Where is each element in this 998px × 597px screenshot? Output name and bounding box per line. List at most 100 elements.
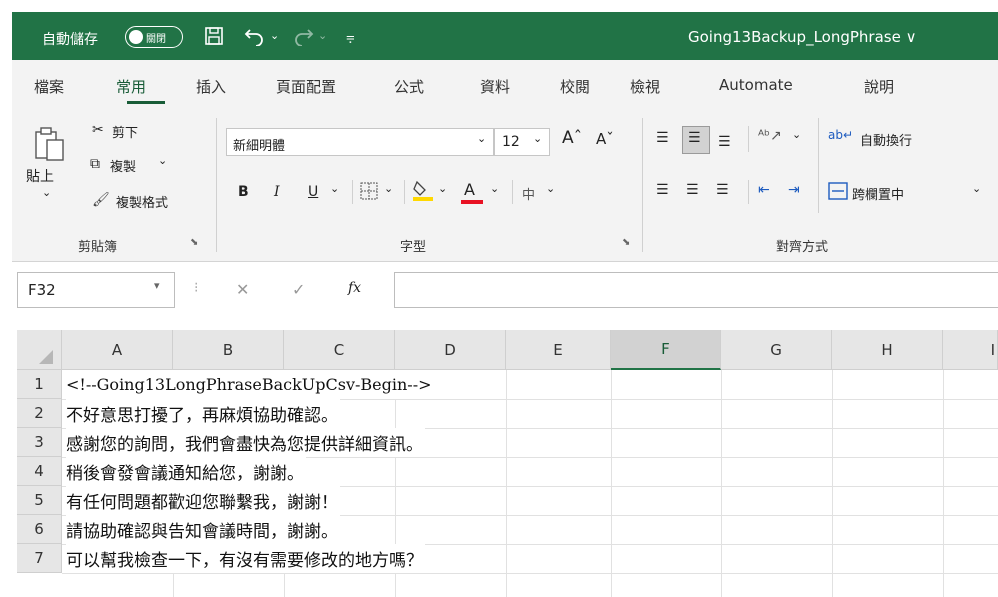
paste-button[interactable]: 貼上 — [26, 166, 54, 186]
customize-toolbar-icon[interactable]: ⩦ — [346, 26, 355, 46]
cut-button[interactable]: 剪下 — [112, 122, 138, 141]
ribbon-separator — [512, 180, 513, 204]
font-color-icon[interactable]: A — [461, 180, 483, 204]
tab-review[interactable]: 校閱 — [560, 76, 590, 97]
merge-center-button[interactable]: 跨欄置中 — [852, 184, 904, 203]
fill-color-icon[interactable] — [412, 178, 434, 206]
cell-a3[interactable]: 感謝您的詢問，我們會盡快為您提供詳細資訊。 — [66, 428, 425, 457]
tab-file[interactable]: 檔案 — [34, 76, 64, 97]
column-header-b[interactable]: B — [173, 330, 284, 370]
column-header-a[interactable]: A — [62, 330, 173, 370]
cancel-entry-icon[interactable]: ✕ — [236, 280, 249, 299]
copy-icon[interactable]: ⧉ — [90, 156, 100, 172]
row-header[interactable]: 2 — [17, 399, 62, 428]
formula-bar-handle-icon[interactable]: ⁝ — [194, 280, 198, 296]
cell-a4[interactable]: 稍後會發會議通知給您，謝謝。 — [66, 457, 306, 486]
paste-icon[interactable] — [34, 126, 66, 168]
decrease-indent-icon[interactable]: ⇤ — [758, 182, 770, 198]
increase-indent-icon[interactable]: ⇥ — [788, 182, 800, 198]
document-title[interactable]: Going13Backup_LongPhrase ∨ — [688, 28, 917, 46]
title-bar: 自動儲存 關閉 ⌄ ⌄ ⩦ Going13Backup_LongPhrase ∨ — [0, 0, 998, 60]
confirm-entry-icon[interactable]: ✓ — [292, 280, 305, 299]
column-header-h[interactable]: H — [832, 330, 943, 370]
save-icon[interactable] — [204, 26, 224, 51]
format-painter-icon[interactable]: 🖌 — [92, 192, 110, 208]
redo-icon[interactable] — [292, 26, 314, 51]
row-header[interactable]: 7 — [17, 544, 62, 573]
cell-a5[interactable]: 有任何問題都歡迎您聯繫我，謝謝！ — [66, 486, 340, 515]
tab-automate[interactable]: Automate — [719, 76, 793, 94]
redo-dropdown-icon[interactable]: ⌄ — [318, 26, 327, 46]
name-box[interactable]: F32 ▾ — [17, 272, 175, 308]
align-left-icon[interactable]: ☰ — [656, 182, 669, 198]
tab-page-layout[interactable]: 頁面配置 — [276, 76, 336, 97]
ribbon-separator — [748, 126, 749, 152]
cell-a1[interactable]: <!--Going13LongPhraseBackUpCsv-Begin--> — [66, 370, 434, 399]
column-header-d[interactable]: D — [395, 330, 506, 370]
merge-center-dropdown-icon[interactable]: ⌄ — [972, 182, 981, 195]
ribbon: 貼上 ⌄ ✂ 剪下 ⧉ 複製 ⌄ 🖌 複製格式 剪貼簿 ⬊ 新細明體 ⌄ 12 … — [12, 110, 998, 262]
row-header[interactable]: 4 — [17, 457, 62, 486]
select-all-corner[interactable] — [17, 330, 62, 370]
align-right-icon[interactable]: ☰ — [716, 182, 729, 198]
autosave-state: 關閉 — [146, 33, 166, 45]
formula-input[interactable] — [394, 272, 998, 308]
tab-insert[interactable]: 插入 — [196, 76, 226, 97]
align-middle-button[interactable]: ☰ — [682, 126, 710, 154]
undo-icon[interactable] — [244, 26, 266, 51]
copy-dropdown-icon[interactable]: ⌄ — [158, 154, 167, 167]
alignment-group-label: 對齊方式 — [776, 240, 829, 255]
phonetic-dropdown-icon[interactable]: ⌄ — [546, 182, 555, 195]
font-color-dropdown-icon[interactable]: ⌄ — [490, 182, 499, 195]
format-painter-button[interactable]: 複製格式 — [116, 192, 168, 211]
increase-font-size-icon[interactable]: Aˆ — [562, 128, 582, 148]
tab-formulas[interactable]: 公式 — [394, 76, 424, 97]
underline-dropdown-icon[interactable]: ⌄ — [330, 182, 339, 195]
tab-home[interactable]: 常用 — [116, 76, 146, 97]
font-size-select[interactable]: 12 ⌄ — [494, 128, 550, 156]
decrease-font-size-icon[interactable]: Aˇ — [596, 130, 614, 148]
name-box-dropdown-icon[interactable]: ▾ — [154, 279, 160, 292]
merge-center-icon[interactable] — [828, 182, 848, 204]
column-header-i[interactable]: I — [943, 330, 998, 370]
row-header[interactable]: 1 — [17, 370, 62, 399]
ribbon-tabs: 檔案 常用 插入 頁面配置 公式 資料 校閱 檢視 Automate 說明 — [12, 60, 998, 110]
borders-icon[interactable] — [360, 182, 378, 204]
tab-data[interactable]: 資料 — [480, 76, 510, 97]
cell-a6[interactable]: 請協助確認與告知會議時間，謝謝。 — [66, 515, 340, 544]
wrap-text-icon[interactable]: ab↵ — [828, 128, 853, 142]
column-header-g[interactable]: G — [721, 330, 832, 370]
wrap-text-button[interactable]: 自動換行 — [860, 130, 912, 149]
cut-icon[interactable]: ✂ — [92, 122, 104, 138]
bold-button[interactable]: B — [238, 184, 249, 200]
cell-a2[interactable]: 不好意思打擾了，再麻煩協助確認。 — [66, 399, 340, 428]
italic-button[interactable]: I — [274, 184, 280, 200]
orientation-icon[interactable]: ᴬᵇ↗ — [758, 128, 782, 144]
tab-help[interactable]: 說明 — [864, 76, 894, 97]
undo-dropdown-icon[interactable]: ⌄ — [270, 26, 279, 46]
borders-dropdown-icon[interactable]: ⌄ — [384, 182, 393, 195]
underline-button[interactable]: U — [308, 184, 318, 200]
copy-button[interactable]: 複製 — [110, 156, 136, 175]
font-launcher-icon[interactable]: ⬊ — [622, 237, 630, 248]
paste-dropdown-icon[interactable]: ⌄ — [42, 186, 51, 199]
font-name-select[interactable]: 新細明體 ⌄ — [226, 128, 494, 156]
column-header-c[interactable]: C — [284, 330, 395, 370]
column-header-f[interactable]: F — [611, 330, 721, 370]
cell-a7[interactable]: 可以幫我檢查一下，有沒有需要修改的地方嗎？ — [66, 544, 425, 573]
align-top-icon[interactable]: ☰ — [656, 130, 669, 146]
clipboard-launcher-icon[interactable]: ⬊ — [190, 237, 198, 248]
phonetic-guide-icon[interactable]: 中 — [522, 184, 535, 203]
align-bottom-icon[interactable]: ☰ — [718, 134, 731, 150]
tab-view[interactable]: 檢視 — [630, 76, 660, 97]
insert-function-icon[interactable]: fx — [348, 280, 361, 296]
orientation-dropdown-icon[interactable]: ⌄ — [792, 128, 801, 141]
row-header[interactable]: 5 — [17, 486, 62, 515]
fill-color-dropdown-icon[interactable]: ⌄ — [438, 182, 447, 195]
row-header[interactable]: 3 — [17, 428, 62, 457]
align-center-icon[interactable]: ☰ — [686, 182, 699, 198]
row-header[interactable]: 6 — [17, 515, 62, 544]
column-header-e[interactable]: E — [506, 330, 611, 370]
autosave-label: 自動儲存 — [42, 32, 98, 48]
autosave-toggle[interactable]: 關閉 — [125, 26, 183, 48]
